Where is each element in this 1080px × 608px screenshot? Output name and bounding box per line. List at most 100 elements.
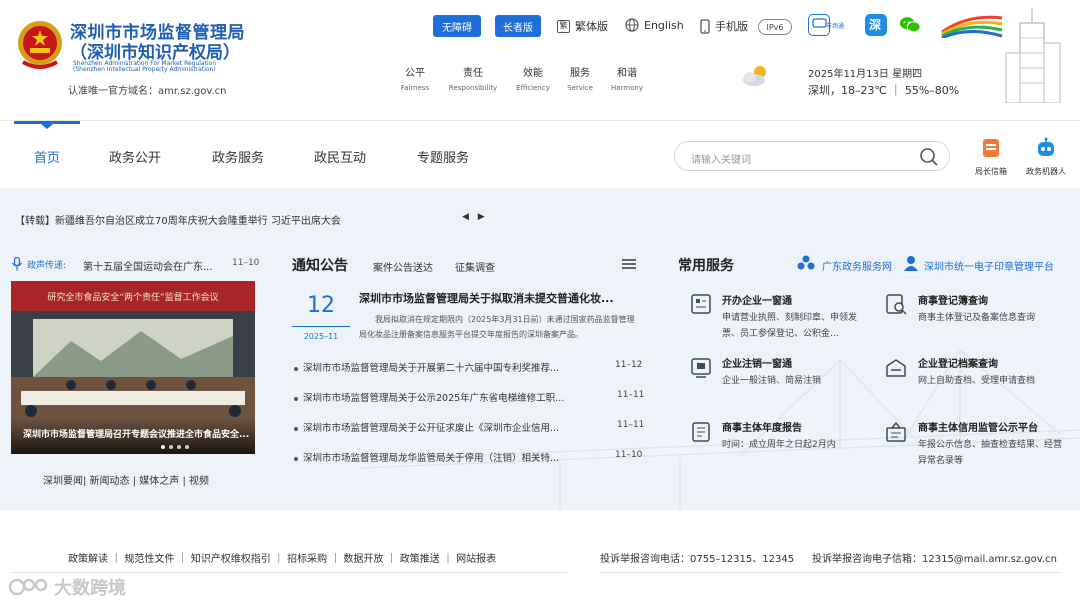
notices-title[interactable]: 通知公告 bbox=[292, 255, 348, 275]
notice-date: 11–11 bbox=[617, 420, 645, 430]
notice-title[interactable]: 深圳市市场监督管理局龙华监管局关于停用（注销）相关特... bbox=[303, 453, 559, 464]
complaint-phone: 投诉举报咨询电话：0755–12315、12345 bbox=[600, 554, 795, 565]
service-desc: 申请营业执照、刻制印章、申领发票、员工参保登记、公积金... bbox=[722, 313, 858, 339]
photo-caption[interactable]: 深圳市市场监督管理局召开专题会议推进全市食品安全... bbox=[23, 427, 249, 440]
english-label: English bbox=[644, 18, 684, 32]
robot-label: 政务机器人 bbox=[1026, 167, 1066, 176]
director-mailbox[interactable]: 局长信箱 bbox=[961, 137, 1021, 177]
e-seal-platform-link[interactable]: 深圳市统一电子印章管理平台 bbox=[924, 258, 1054, 273]
news-headline[interactable]: 第十五届全国运动会在广东... bbox=[83, 258, 213, 273]
footer-divider bbox=[12, 572, 567, 573]
nav-special-services[interactable]: 专题服务 bbox=[417, 147, 469, 166]
accessibility-button[interactable]: 无障碍 bbox=[433, 15, 481, 37]
search-input[interactable]: 请输入关键词 bbox=[691, 151, 751, 166]
news-date: 11–10 bbox=[232, 258, 260, 268]
business-cancel-icon[interactable] bbox=[689, 356, 713, 380]
news-category-links[interactable]: 深圳要闻| 新闻动态 | 媒体之声 | 视频 bbox=[43, 472, 209, 487]
robot-icon bbox=[1038, 137, 1054, 156]
services-title: 常用服务 bbox=[678, 258, 734, 274]
guangdong-gov-icon bbox=[797, 255, 815, 270]
service-title[interactable]: 企业注销一窗通 bbox=[722, 355, 792, 370]
mobile-label: 手机版 bbox=[715, 20, 748, 33]
service-desc: 时间：成立周年之日起2月内 bbox=[722, 440, 836, 450]
search-icon[interactable] bbox=[919, 147, 939, 167]
nav-interaction[interactable]: 政民互动 bbox=[314, 147, 366, 166]
search-box[interactable]: 请输入关键词 bbox=[674, 141, 950, 171]
traditional-icon: 繁 bbox=[557, 19, 570, 33]
shenzhen-china-logo bbox=[941, 15, 1003, 38]
ticker-arrows[interactable]: ◀ ▶ bbox=[462, 212, 488, 222]
notice-date: 11–12 bbox=[615, 360, 643, 370]
partly-cloudy-icon bbox=[743, 66, 766, 86]
guangdong-gov-link[interactable]: 广东政务服务网 bbox=[822, 258, 892, 273]
nav-gov-affairs-public[interactable]: 政务公开 bbox=[109, 147, 161, 166]
gov-robot[interactable]: 政务机器人 bbox=[1016, 137, 1076, 177]
photo-banner-text: 研究全市食品安全“两个责任”监督工作会议 bbox=[47, 291, 218, 303]
traditional-chinese-link[interactable]: 繁 繁体版 bbox=[557, 18, 608, 34]
more-menu-icon[interactable] bbox=[622, 259, 636, 269]
news-label: 政声传递: bbox=[27, 261, 67, 271]
news-photo[interactable]: 研究全市食品安全“两个责任”监督工作会议 深圳市市场监督管理局召开专题会议推进全… bbox=[11, 281, 255, 454]
shen-app-icon[interactable]: 深 bbox=[865, 14, 887, 36]
watermark-text: 大数跨境 bbox=[54, 578, 126, 599]
featured-day: 12 bbox=[307, 293, 335, 318]
mailbox-label: 局长信箱 bbox=[975, 167, 1007, 176]
service-desc: 年报公示信息、抽查检查结果、经营异常名录等 bbox=[918, 440, 1063, 466]
footer-links[interactable]: 政策解读 ｜ 规范性文件 ｜ 知识产权维权指引 ｜ 招标采购 ｜ 数据开放 ｜ … bbox=[68, 550, 496, 565]
carousel-dots[interactable] bbox=[161, 445, 189, 449]
complaint-email: 投诉举报咨询电子信箱：12315@mail.amr.sz.gov.cn bbox=[812, 554, 1057, 565]
mobile-version-link[interactable]: 手机版 bbox=[700, 18, 748, 34]
service-title[interactable]: 商事主体年度报告 bbox=[722, 419, 802, 434]
ticker-headline[interactable]: 【转载】新疆维吾尔自治区成立70周年庆祝大会隆重举行 习近平出席大会 bbox=[15, 212, 341, 227]
tab-case-notices[interactable]: 案件公告送达 bbox=[373, 259, 433, 274]
logo-english-2: (Shenzhen Intellectual Property Administ… bbox=[73, 66, 216, 73]
credit-publicity-icon[interactable] bbox=[884, 420, 908, 444]
service-title[interactable]: 开办企业一窗通 bbox=[722, 292, 792, 307]
globe-icon bbox=[625, 18, 639, 32]
featured-year-month: 2025–11 bbox=[303, 332, 339, 341]
featured-notice-title[interactable]: 深圳市市场监督管理局关于拟取消未提交普通化妆... bbox=[359, 290, 614, 306]
tab-survey[interactable]: 征集调查 bbox=[455, 259, 495, 274]
notice-title[interactable]: 深圳市市场监督管理局关于公开征求废止《深圳市企业信用... bbox=[303, 423, 559, 434]
notice-title[interactable]: 深圳市市场监督管理局关于公示2025年广东省电梯维修工职... bbox=[303, 393, 564, 404]
current-date: 2025年11月13日 星期四 bbox=[808, 69, 923, 80]
nav-gov-services[interactable]: 政务服务 bbox=[212, 147, 264, 166]
value-cn: 和谐 bbox=[617, 68, 637, 79]
notice-item[interactable]: 深圳市市场监督管理局关于开展第二十六届中国专利奖推荐... bbox=[294, 360, 559, 374]
notice-item[interactable]: 深圳市市场监督管理局龙华监管局关于停用（注销）相关特... bbox=[294, 450, 559, 464]
photo-caption-bar: 深圳市市场监督管理局召开专题会议推进全市食品安全... bbox=[11, 418, 255, 454]
bullet-icon bbox=[294, 396, 298, 401]
market-app-label: 市场通 bbox=[826, 23, 845, 30]
header: 深圳市市场监督管理局 （深圳市知识产权局） Shenzhen Administr… bbox=[0, 0, 1080, 120]
watermark-logo-icon bbox=[8, 578, 48, 596]
notice-item[interactable]: 深圳市市场监督管理局关于公开征求废止《深圳市企业信用... bbox=[294, 420, 559, 434]
bullet-icon bbox=[294, 456, 298, 461]
date-divider bbox=[292, 326, 350, 327]
footer-divider bbox=[600, 572, 1060, 573]
service-title[interactable]: 商事主体信用监管公示平台 bbox=[918, 419, 1038, 434]
building-illustration bbox=[1005, 8, 1061, 103]
mailbox-icon bbox=[983, 139, 999, 157]
weather-info: 深圳，18–23℃ ｜ 55%–80% bbox=[808, 84, 960, 97]
annual-report-icon[interactable] bbox=[689, 420, 713, 444]
service-title[interactable]: 企业登记档案查询 bbox=[918, 355, 998, 370]
traditional-label: 繁体版 bbox=[575, 20, 608, 33]
notice-title[interactable]: 深圳市市场监督管理局关于开展第二十六届中国专利奖推荐... bbox=[303, 363, 559, 374]
notice-item[interactable]: 深圳市市场监督管理局关于公示2025年广东省电梯维修工职... bbox=[294, 390, 564, 404]
featured-notice-desc: 我局拟取消在规定期限内（2025年3月31日前）未通过国家药品监督管理局化妆品注… bbox=[359, 315, 635, 339]
bullet-icon bbox=[294, 366, 298, 371]
user-seal-icon bbox=[904, 256, 918, 271]
page: 深圳市市场监督管理局 （深圳市知识产权局） Shenzhen Administr… bbox=[0, 0, 1080, 608]
elder-mode-button[interactable]: 长者版 bbox=[495, 15, 541, 37]
national-emblem-icon[interactable] bbox=[15, 18, 65, 72]
wechat-icon[interactable] bbox=[899, 14, 921, 36]
value-harmony: 和谐 Harmony bbox=[592, 64, 662, 92]
notice-date: 11–11 bbox=[617, 390, 645, 400]
service-desc: 企业一般注销、简易注销 bbox=[722, 376, 822, 386]
registry-query-icon[interactable] bbox=[884, 292, 908, 316]
archive-query-icon[interactable] bbox=[884, 356, 908, 380]
nav-home[interactable]: 首页 bbox=[34, 147, 60, 166]
business-open-icon[interactable] bbox=[689, 292, 713, 316]
english-link[interactable]: English bbox=[625, 18, 684, 32]
service-title[interactable]: 商事登记簿查询 bbox=[918, 292, 988, 307]
